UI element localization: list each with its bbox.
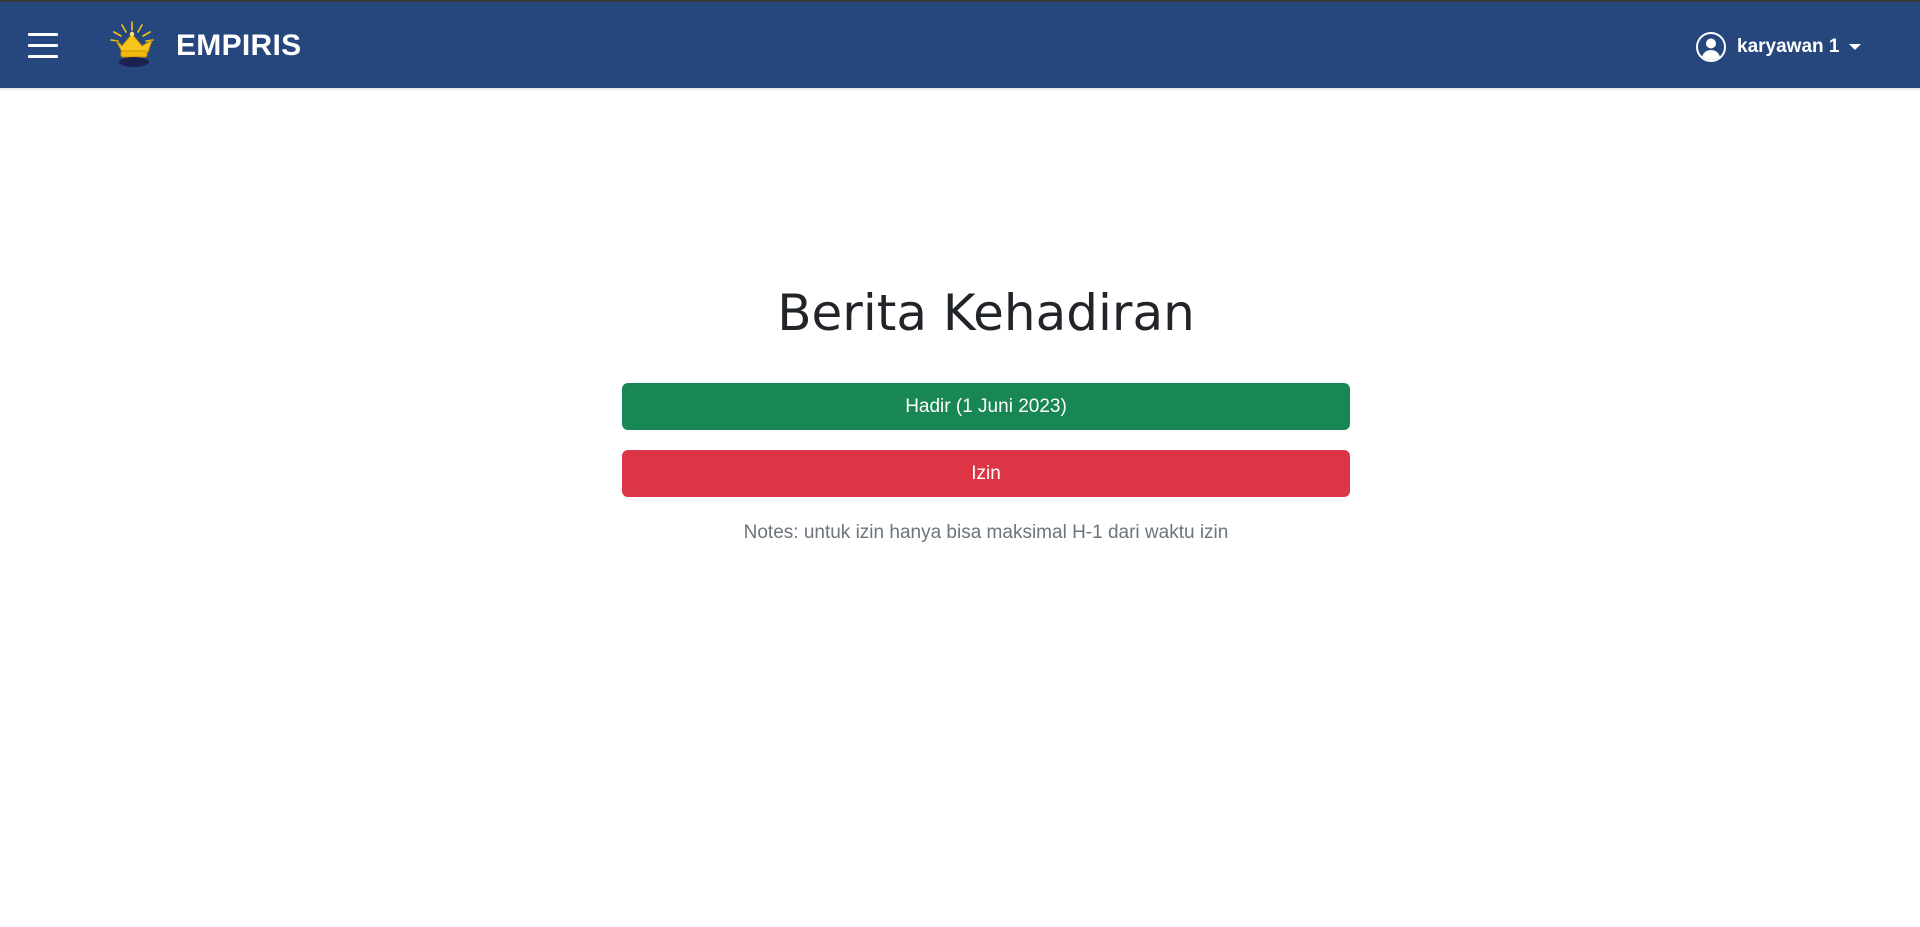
crown-logo[interactable] xyxy=(108,18,156,70)
izin-button[interactable]: Izin xyxy=(622,450,1350,497)
page-title: Berita Kehadiran xyxy=(777,284,1195,342)
hadir-button[interactable]: Hadir (1 Juni 2023) xyxy=(622,383,1350,430)
hamburger-menu-icon[interactable] xyxy=(28,33,58,59)
top-navbar: EMPIRIS karyawan 1 xyxy=(0,2,1920,88)
caret-down-icon xyxy=(1849,44,1862,50)
user-menu-dropdown[interactable]: karyawan 1 xyxy=(1695,30,1862,64)
user-circle-icon xyxy=(1696,32,1726,62)
user-name: karyawan 1 xyxy=(1737,36,1840,57)
notes-text: Notes: untuk izin hanya bisa maksimal H-… xyxy=(743,522,1229,543)
brand-name[interactable]: EMPIRIS xyxy=(176,28,301,64)
